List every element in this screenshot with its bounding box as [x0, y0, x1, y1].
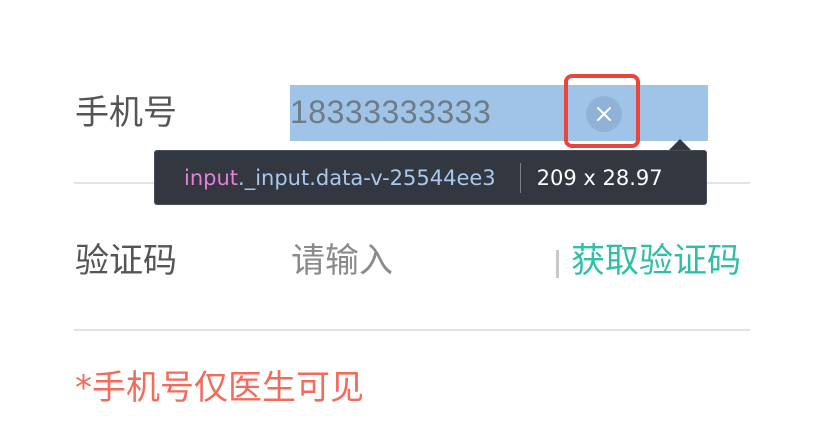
- code-row-separator: [556, 250, 559, 278]
- inspector-selector-tag: input: [184, 165, 239, 190]
- inspector-selector: input._input.data-v-25544ee3: [184, 166, 496, 190]
- phone-input-value[interactable]: 18333333333: [290, 94, 491, 130]
- phone-input[interactable]: 18333333333: [290, 85, 708, 141]
- inspector-selector-classes: ._input.data-v-25544ee3: [238, 165, 496, 190]
- inspector-tooltip: input._input.data-v-25544ee3 209 x 28.97: [154, 150, 707, 205]
- clear-button-highlight-box: [564, 74, 640, 148]
- code-label: 验证码: [75, 241, 177, 281]
- phone-label: 手机号: [75, 93, 177, 133]
- code-row-divider: [74, 329, 750, 331]
- inspector-size: 209 x 28.97: [536, 165, 663, 190]
- privacy-notice: *手机号仅医生可见: [75, 368, 364, 408]
- code-input[interactable]: 请输入: [291, 244, 491, 278]
- login-form-page: 手机号 18333333333 input._input.data-v-2554…: [0, 0, 824, 428]
- get-code-button[interactable]: 获取验证码: [571, 244, 741, 278]
- inspector-separator: [519, 162, 521, 193]
